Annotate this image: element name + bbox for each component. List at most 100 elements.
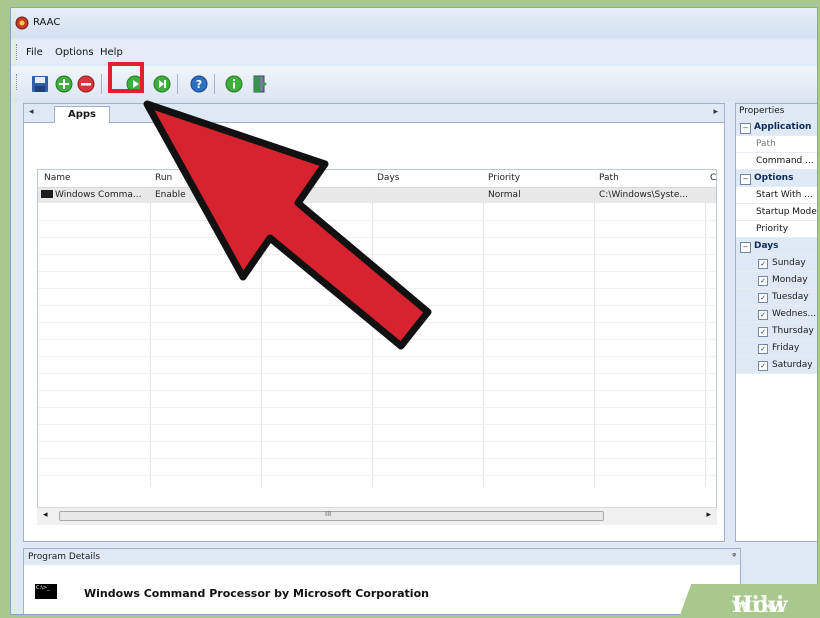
title-bar: RAAC (11, 8, 817, 38)
grid-line (38, 254, 716, 255)
grid-line (261, 187, 262, 487)
day-label: Thursday (772, 326, 814, 336)
grid-line (38, 220, 716, 221)
checkbox-sunday[interactable]: ✓ (758, 259, 768, 269)
collapse-icon[interactable]: − (740, 174, 751, 185)
day-row-tuesday: ✓ Tuesday (736, 289, 817, 306)
program-details-panel: Program Details ᵠ C:\>_ Windows Command … (23, 548, 741, 614)
apps-grid: Name Run Days Priority Path C Windows Co… (37, 169, 717, 524)
checkbox-thursday[interactable]: ✓ (758, 327, 768, 337)
property-row[interactable]: Start With ... (736, 187, 817, 204)
day-row-sunday: ✓ Sunday (736, 255, 817, 272)
grid-line (705, 187, 706, 487)
grid-line (483, 187, 484, 487)
category-label: Options (754, 173, 794, 183)
scroll-right-arrow[interactable]: ▸ (706, 510, 711, 520)
checkbox-monday[interactable]: ✓ (758, 276, 768, 286)
grid-line (38, 237, 716, 238)
menu-file[interactable]: File (26, 47, 43, 58)
collapse-icon[interactable]: − (740, 123, 751, 134)
info-icon (225, 75, 243, 93)
property-row[interactable]: Priority (736, 221, 817, 238)
save-icon (32, 76, 48, 92)
add-button[interactable] (53, 73, 75, 95)
category-label: Days (754, 241, 779, 251)
grid-line (38, 305, 716, 306)
checkbox-wednesday[interactable]: ✓ (758, 310, 768, 320)
properties-title: Properties (736, 104, 817, 119)
day-row-thursday: ✓ Thursday (736, 323, 817, 340)
tab-apps[interactable]: Apps (54, 106, 110, 123)
cell-path: C:\Windows\Syste... (599, 190, 688, 200)
column-header-priority[interactable]: Priority (488, 173, 520, 183)
grid-line (38, 441, 716, 442)
add-icon (55, 75, 73, 93)
save-button[interactable] (29, 73, 51, 95)
highlight-box (108, 62, 144, 93)
pin-icon[interactable]: ᵠ (732, 549, 736, 565)
menu-help[interactable]: Help (100, 47, 123, 58)
checkbox-tuesday[interactable]: ✓ (758, 293, 768, 303)
tab-scroll-right[interactable]: ▸ (713, 107, 718, 117)
toolbar-separator (101, 74, 102, 94)
checkbox-saturday[interactable]: ✓ (758, 361, 768, 371)
help-button[interactable]: ? (188, 73, 210, 95)
apps-panel: ◂ Apps ▸ Name Run Days Priority Path C W… (23, 103, 725, 542)
category-label: Application (754, 122, 812, 132)
property-category-application[interactable]: − Application (736, 119, 817, 136)
column-header-name[interactable]: Name (44, 173, 71, 183)
cmd-icon (41, 190, 53, 198)
grid-line (38, 407, 716, 408)
horizontal-scrollbar[interactable]: ◂ III ▸ (37, 507, 717, 525)
grid-line (38, 458, 716, 459)
day-label: Saturday (772, 360, 813, 370)
column-header-path[interactable]: Path (599, 173, 619, 183)
day-row-saturday: ✓ Saturday (736, 357, 817, 374)
exit-icon (253, 75, 267, 93)
grid-line (38, 322, 716, 323)
checkbox-friday[interactable]: ✓ (758, 344, 768, 354)
cell-priority: Normal (488, 190, 521, 200)
property-category-options[interactable]: − Options (736, 170, 817, 187)
program-details-title: Program Details (28, 552, 101, 562)
scrollbar-thumb[interactable]: III (59, 510, 604, 521)
property-label: Path (756, 139, 776, 149)
column-header-extra[interactable]: C (710, 173, 716, 183)
exit-button[interactable] (249, 73, 271, 95)
day-row-wednesday: ✓ Wednes... (736, 306, 817, 323)
property-row[interactable]: Startup Mode (736, 204, 817, 221)
cell-run: Enable (155, 190, 186, 200)
property-row[interactable]: Path (736, 136, 817, 153)
scroll-grip: III (325, 510, 332, 518)
info-button[interactable] (223, 73, 245, 95)
grid-line (38, 424, 716, 425)
remove-button[interactable] (75, 73, 97, 95)
program-details-header: Program Details ᵠ (24, 549, 740, 565)
help-icon: ? (190, 75, 208, 93)
wikihow-watermark: wiki How (672, 584, 820, 618)
day-label: Sunday (772, 258, 806, 268)
tab-strip: ◂ Apps ▸ (24, 104, 724, 123)
property-row[interactable]: Command ... (736, 153, 817, 170)
grid-line (38, 356, 716, 357)
property-category-days[interactable]: − Days (736, 238, 817, 255)
day-label: Friday (772, 343, 800, 353)
window-title: RAAC (33, 17, 61, 28)
grid-line (150, 187, 151, 487)
forward-button[interactable] (151, 73, 173, 95)
column-header-days[interactable]: Days (377, 173, 399, 183)
column-header-run[interactable]: Run (155, 173, 172, 183)
grid-line (38, 475, 716, 476)
scroll-left-arrow[interactable]: ◂ (43, 510, 48, 520)
property-label: Priority (756, 224, 789, 234)
collapse-icon[interactable]: − (740, 242, 751, 253)
table-row[interactable]: Windows Comma... Enable Normal C:\Window… (38, 188, 716, 203)
grid-line (38, 373, 716, 374)
remove-icon (77, 75, 95, 93)
day-row-friday: ✓ Friday (736, 340, 817, 357)
tab-scroll-left[interactable]: ◂ (29, 107, 34, 117)
menu-options[interactable]: Options (55, 47, 94, 58)
properties-panel: Properties − Application Path Command ...… (735, 103, 817, 542)
grid-line (38, 271, 716, 272)
grid-line (38, 390, 716, 391)
